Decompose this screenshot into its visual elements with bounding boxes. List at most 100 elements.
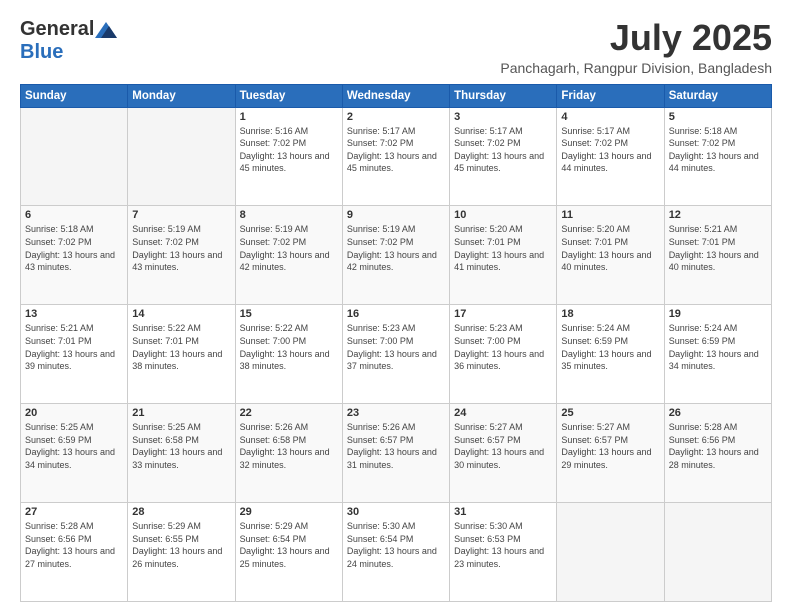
day-number: 24 (454, 407, 552, 419)
table-row: 20 Sunrise: 5:25 AM Sunset: 6:59 PM Dayli… (21, 404, 128, 503)
table-row: 27 Sunrise: 5:28 AM Sunset: 6:56 PM Dayli… (21, 503, 128, 602)
day-number: 3 (454, 111, 552, 123)
table-row: 3 Sunrise: 5:17 AM Sunset: 7:02 PM Daylig… (450, 107, 557, 206)
table-row: 16 Sunrise: 5:23 AM Sunset: 7:00 PM Dayli… (342, 305, 449, 404)
day-number: 17 (454, 308, 552, 320)
day-number: 19 (669, 308, 767, 320)
table-row: 7Sunrise: 5:19 AM Sunset: 7:02 PM Daylig… (128, 206, 235, 305)
day-info: Sunrise: 5:27 AM Sunset: 6:57 PM Dayligh… (454, 421, 552, 471)
calendar-week-row: 1 Sunrise: 5:16 AM Sunset: 7:02 PM Daylig… (21, 107, 772, 206)
day-number: 26 (669, 407, 767, 419)
col-saturday: Saturday (664, 84, 771, 107)
day-number: 13 (25, 308, 123, 320)
day-info: Sunrise: 5:18 AM Sunset: 7:02 PM Dayligh… (669, 125, 767, 175)
day-number: 14 (132, 308, 230, 320)
day-info: Sunrise: 5:26 AM Sunset: 6:58 PM Dayligh… (240, 421, 338, 471)
col-sunday: Sunday (21, 84, 128, 107)
day-info: Sunrise: 5:26 AM Sunset: 6:57 PM Dayligh… (347, 421, 445, 471)
day-info: Sunrise: 5:25 AM Sunset: 6:59 PM Dayligh… (25, 421, 123, 471)
table-row: 13 Sunrise: 5:21 AM Sunset: 7:01 PM Dayli… (21, 305, 128, 404)
day-number: 9 (347, 209, 445, 221)
day-number: 12 (669, 209, 767, 221)
table-row: 14 Sunrise: 5:22 AM Sunset: 7:01 PM Dayli… (128, 305, 235, 404)
day-number: 22 (240, 407, 338, 419)
col-friday: Friday (557, 84, 664, 107)
calendar-week-row: 20 Sunrise: 5:25 AM Sunset: 6:59 PM Dayli… (21, 404, 772, 503)
day-number: 6 (25, 209, 123, 221)
day-info: Sunrise: 5:29 AM Sunset: 6:55 PM Dayligh… (132, 520, 230, 570)
day-number: 15 (240, 308, 338, 320)
title-month: July 2025 (500, 18, 772, 58)
day-info: Sunrise: 5:23 AM Sunset: 7:00 PM Dayligh… (454, 322, 552, 372)
table-row: 22 Sunrise: 5:26 AM Sunset: 6:58 PM Dayli… (235, 404, 342, 503)
day-info: Sunrise: 5:19 AM Sunset: 7:02 PM Dayligh… (347, 223, 445, 273)
day-number: 21 (132, 407, 230, 419)
day-info: Sunrise: 5:28 AM Sunset: 6:56 PM Dayligh… (25, 520, 123, 570)
day-number: 8 (240, 209, 338, 221)
day-info: Sunrise: 5:17 AM Sunset: 7:02 PM Dayligh… (561, 125, 659, 175)
table-row (21, 107, 128, 206)
title-location: Panchagarh, Rangpur Division, Bangladesh (500, 60, 772, 76)
col-monday: Monday (128, 84, 235, 107)
table-row: 6 Sunrise: 5:18 AM Sunset: 7:02 PM Daylig… (21, 206, 128, 305)
day-number: 1 (240, 111, 338, 123)
day-number: 11 (561, 209, 659, 221)
table-row: 10 Sunrise: 5:20 AM Sunset: 7:01 PM Dayli… (450, 206, 557, 305)
table-row: 11 Sunrise: 5:20 AM Sunset: 7:01 PM Dayli… (557, 206, 664, 305)
table-row (557, 503, 664, 602)
page: General Blue July 2025 Panchagarh, Rangp… (0, 0, 792, 612)
day-info: Sunrise: 5:28 AM Sunset: 6:56 PM Dayligh… (669, 421, 767, 471)
day-info: Sunrise: 5:24 AM Sunset: 6:59 PM Dayligh… (669, 322, 767, 372)
day-info: Sunrise: 5:20 AM Sunset: 7:01 PM Dayligh… (454, 223, 552, 273)
day-info: Sunrise: 5:16 AM Sunset: 7:02 PM Dayligh… (240, 125, 338, 175)
logo-text: General (20, 18, 118, 41)
table-row: 9 Sunrise: 5:19 AM Sunset: 7:02 PM Daylig… (342, 206, 449, 305)
table-row: 30Sunrise: 5:30 AM Sunset: 6:54 PM Dayli… (342, 503, 449, 602)
calendar-header-row: Sunday Monday Tuesday Wednesday Thursday… (21, 84, 772, 107)
table-row: 2 Sunrise: 5:17 AM Sunset: 7:02 PM Daylig… (342, 107, 449, 206)
day-number: 27 (25, 506, 123, 518)
table-row: 1 Sunrise: 5:16 AM Sunset: 7:02 PM Daylig… (235, 107, 342, 206)
table-row: 21 Sunrise: 5:25 AM Sunset: 6:58 PM Dayli… (128, 404, 235, 503)
table-row: 24 Sunrise: 5:27 AM Sunset: 6:57 PM Dayli… (450, 404, 557, 503)
table-row: 25Sunrise: 5:27 AM Sunset: 6:57 PM Dayli… (557, 404, 664, 503)
day-number: 10 (454, 209, 552, 221)
table-row: 29Sunrise: 5:29 AM Sunset: 6:54 PM Dayli… (235, 503, 342, 602)
day-info: Sunrise: 5:18 AM Sunset: 7:02 PM Dayligh… (25, 223, 123, 273)
day-info: Sunrise: 5:21 AM Sunset: 7:01 PM Dayligh… (25, 322, 123, 372)
day-number: 16 (347, 308, 445, 320)
table-row: 17 Sunrise: 5:23 AM Sunset: 7:00 PM Dayli… (450, 305, 557, 404)
col-thursday: Thursday (450, 84, 557, 107)
table-row: 23Sunrise: 5:26 AM Sunset: 6:57 PM Dayli… (342, 404, 449, 503)
day-info: Sunrise: 5:19 AM Sunset: 7:02 PM Dayligh… (240, 223, 338, 273)
day-info: Sunrise: 5:20 AM Sunset: 7:01 PM Dayligh… (561, 223, 659, 273)
calendar-week-row: 6 Sunrise: 5:18 AM Sunset: 7:02 PM Daylig… (21, 206, 772, 305)
day-info: Sunrise: 5:23 AM Sunset: 7:00 PM Dayligh… (347, 322, 445, 372)
day-number: 2 (347, 111, 445, 123)
day-number: 18 (561, 308, 659, 320)
day-info: Sunrise: 5:30 AM Sunset: 6:54 PM Dayligh… (347, 520, 445, 570)
header: General Blue July 2025 Panchagarh, Rangp… (20, 18, 772, 76)
day-info: Sunrise: 5:22 AM Sunset: 7:01 PM Dayligh… (132, 322, 230, 372)
day-info: Sunrise: 5:19 AM Sunset: 7:02 PM Dayligh… (132, 223, 230, 273)
table-row: 8 Sunrise: 5:19 AM Sunset: 7:02 PM Daylig… (235, 206, 342, 305)
day-info: Sunrise: 5:17 AM Sunset: 7:02 PM Dayligh… (347, 125, 445, 175)
day-info: Sunrise: 5:29 AM Sunset: 6:54 PM Dayligh… (240, 520, 338, 570)
table-row: 18Sunrise: 5:24 AM Sunset: 6:59 PM Dayli… (557, 305, 664, 404)
title-block: July 2025 Panchagarh, Rangpur Division, … (500, 18, 772, 76)
logo-blue: Blue (20, 41, 63, 63)
day-info: Sunrise: 5:30 AM Sunset: 6:53 PM Dayligh… (454, 520, 552, 570)
day-number: 20 (25, 407, 123, 419)
logo-icon (95, 22, 117, 38)
day-info: Sunrise: 5:17 AM Sunset: 7:02 PM Dayligh… (454, 125, 552, 175)
table-row: 12Sunrise: 5:21 AM Sunset: 7:01 PM Dayli… (664, 206, 771, 305)
table-row: 28Sunrise: 5:29 AM Sunset: 6:55 PM Dayli… (128, 503, 235, 602)
table-row (128, 107, 235, 206)
day-number: 4 (561, 111, 659, 123)
table-row (664, 503, 771, 602)
col-tuesday: Tuesday (235, 84, 342, 107)
day-info: Sunrise: 5:25 AM Sunset: 6:58 PM Dayligh… (132, 421, 230, 471)
calendar-table: Sunday Monday Tuesday Wednesday Thursday… (20, 84, 772, 602)
table-row: 4 Sunrise: 5:17 AM Sunset: 7:02 PM Daylig… (557, 107, 664, 206)
col-wednesday: Wednesday (342, 84, 449, 107)
